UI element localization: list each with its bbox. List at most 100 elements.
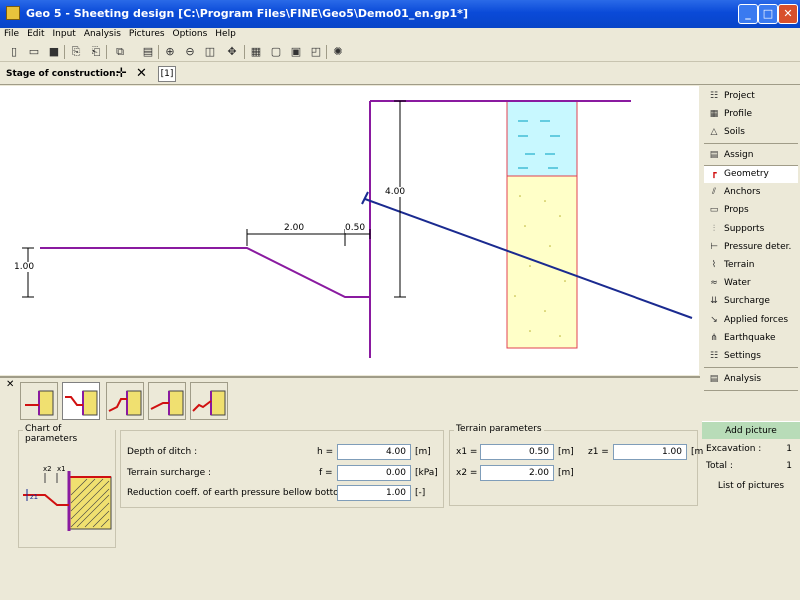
grid-icon[interactable]: ▦ bbox=[248, 44, 264, 60]
sidebar-item-terrain[interactable]: ⌇ Terrain bbox=[704, 257, 798, 274]
depth-input[interactable]: 4.00 bbox=[337, 444, 411, 460]
title-bar: Geo 5 - Sheeting design [C:\Program File… bbox=[0, 0, 800, 28]
sidebar-item-surcharge[interactable]: ⇊ Surcharge bbox=[704, 293, 798, 310]
shape-button-3[interactable] bbox=[106, 382, 144, 420]
x1-input[interactable]: 0.50 bbox=[480, 444, 554, 460]
zoom-in-icon[interactable]: ⊕ bbox=[162, 44, 178, 60]
menu-bar: File Edit Input Analysis Pictures Options Help bbox=[0, 28, 800, 42]
stage-tab-1[interactable]: [1] bbox=[158, 66, 176, 82]
surcharge-unit: [kPa] bbox=[415, 468, 438, 478]
sidebar-item-anchors[interactable]: ⫽ Anchors bbox=[704, 184, 798, 201]
sidebar-item-applied-forces[interactable]: ↘ Applied forces bbox=[704, 312, 798, 329]
excavation-count-row: Excavation :1 bbox=[706, 444, 792, 454]
open-icon[interactable]: ▭ bbox=[26, 44, 42, 60]
menu-edit[interactable]: Edit bbox=[23, 28, 48, 41]
reduction-unit: [-] bbox=[415, 488, 426, 498]
zoom-out-icon[interactable]: ⊖ bbox=[182, 44, 198, 60]
sidebar-item-project[interactable]: ☷ Project bbox=[704, 88, 798, 105]
shape-button-1[interactable] bbox=[20, 382, 58, 420]
reduction-label: Reduction coeff. of earth pressure bello… bbox=[127, 488, 354, 498]
profile-icon: ▦ bbox=[709, 109, 719, 119]
menu-options[interactable]: Options bbox=[169, 28, 212, 41]
input-panel: ✕ Chart of parameters x2 x1 z1 Depth of … bbox=[0, 376, 704, 600]
list-of-pictures-button[interactable]: List of pictures bbox=[702, 477, 800, 495]
zoom-window-icon[interactable]: ◫ bbox=[202, 44, 218, 60]
sidebar-item-supports[interactable]: ⫶ Supports bbox=[704, 221, 798, 238]
minimize-button[interactable]: _ bbox=[738, 4, 758, 24]
depth-symbol: h = bbox=[317, 447, 334, 457]
sidebar-item-profile[interactable]: ▦ Profile bbox=[704, 106, 798, 123]
project-icon: ☷ bbox=[709, 91, 719, 101]
sidebar-item-geometry[interactable]: ┏ Geometry bbox=[704, 166, 798, 183]
sidebar-item-analysis[interactable]: ▤ Analysis bbox=[704, 371, 798, 388]
x2-unit: [m] bbox=[558, 468, 574, 478]
shape-button-5[interactable] bbox=[190, 382, 228, 420]
close-button[interactable]: ✕ bbox=[778, 4, 798, 24]
fit-icon[interactable]: ▢ bbox=[268, 44, 284, 60]
x1-symbol: x1 = bbox=[456, 447, 478, 457]
settings-icon: ☷ bbox=[709, 351, 719, 361]
add-stage-icon[interactable]: ✛ bbox=[116, 66, 127, 82]
sidebar-item-props[interactable]: ▭ Props bbox=[704, 202, 798, 219]
sidebar-item-assign[interactable]: ▤ Assign bbox=[704, 147, 798, 164]
dim-x2-label: 2.00 bbox=[284, 223, 305, 233]
drawing-canvas[interactable]: 4.00 1.00 2.00 0.50 bbox=[0, 86, 699, 375]
zoom-all-icon[interactable]: ◰ bbox=[308, 44, 324, 60]
shape-button-4[interactable] bbox=[148, 382, 186, 420]
menu-file[interactable]: File bbox=[0, 28, 23, 41]
assign-icon: ▤ bbox=[709, 150, 719, 160]
new-icon[interactable]: ▯ bbox=[6, 44, 22, 60]
copy-data-icon[interactable]: ⎘ bbox=[68, 44, 84, 60]
soils-icon: △ bbox=[710, 127, 718, 137]
chart-x2-label: x2 bbox=[43, 465, 52, 473]
water-icon: ≈ bbox=[710, 278, 718, 288]
total-count-row: Total :1 bbox=[706, 461, 792, 471]
sidebar: ☷ Project ▦ Profile △ Soils ▤ Assign ┏ Geomet… bbox=[702, 86, 800, 600]
anchors-icon: ⫽ bbox=[711, 187, 716, 197]
menu-pictures[interactable]: Pictures bbox=[125, 28, 169, 41]
earthquake-icon: ⋔ bbox=[710, 333, 718, 343]
save-icon[interactable]: ■ bbox=[46, 44, 62, 60]
window-title: Geo 5 - Sheeting design [C:\Program File… bbox=[26, 7, 468, 20]
copy-view-icon[interactable]: ⧉ bbox=[112, 44, 128, 60]
menu-input[interactable]: Input bbox=[49, 28, 80, 41]
sidebar-item-pressure[interactable]: ⊢ Pressure deter. bbox=[704, 239, 798, 256]
chart-of-parameters-group: Chart of parameters x2 x1 z1 bbox=[18, 424, 116, 548]
x1-unit: [m] bbox=[558, 447, 574, 457]
stage-bar: Stage of construction: ✛ ✕ [1] bbox=[0, 63, 800, 85]
z1-unit: [m bbox=[691, 447, 704, 457]
depth-unit: [m] bbox=[415, 447, 431, 457]
forces-icon: ↘ bbox=[710, 315, 718, 325]
settings-toolbar-icon[interactable]: ✺ bbox=[330, 44, 346, 60]
fullscreen-icon[interactable]: ▣ bbox=[288, 44, 304, 60]
print-icon[interactable]: ▤ bbox=[140, 44, 156, 60]
terrain-caption: Terrain parameters bbox=[454, 424, 544, 434]
close-panel-icon[interactable]: ✕ bbox=[6, 380, 14, 390]
paste-data-icon[interactable]: ⎗ bbox=[88, 44, 104, 60]
menu-analysis[interactable]: Analysis bbox=[80, 28, 125, 41]
add-picture-button[interactable]: Add picture bbox=[702, 421, 800, 439]
terrain-icon: ⌇ bbox=[711, 260, 717, 270]
dim-x1-label: 0.50 bbox=[345, 223, 366, 233]
surcharge-icon: ⇊ bbox=[710, 296, 718, 306]
sidebar-item-settings[interactable]: ☷ Settings bbox=[704, 348, 798, 365]
x2-symbol: x2 = bbox=[456, 468, 478, 478]
reduction-input[interactable]: 1.00 bbox=[337, 485, 411, 501]
menu-help[interactable]: Help bbox=[211, 28, 240, 41]
dimension-lines bbox=[22, 100, 406, 298]
maximize-button[interactable]: □ bbox=[758, 4, 778, 24]
ditch-parameters-group: Depth of ditch : h = 4.00 [m] Terrain su… bbox=[120, 430, 444, 508]
x2-input[interactable]: 2.00 bbox=[480, 465, 554, 481]
dim-depth-label: 1.00 bbox=[14, 262, 35, 272]
sidebar-item-soils[interactable]: △ Soils bbox=[704, 124, 798, 141]
delete-stage-icon[interactable]: ✕ bbox=[136, 66, 147, 82]
shape-button-2[interactable] bbox=[62, 382, 100, 420]
move-icon[interactable]: ✥ bbox=[224, 44, 240, 60]
pressure-icon: ⊢ bbox=[710, 242, 718, 252]
sidebar-item-earthquake[interactable]: ⋔ Earthquake bbox=[704, 330, 798, 347]
z1-input[interactable]: 1.00 bbox=[613, 444, 687, 460]
sidebar-item-water[interactable]: ≈ Water bbox=[704, 275, 798, 292]
surcharge-label: Terrain surcharge : bbox=[127, 468, 212, 478]
water-table-marker bbox=[361, 191, 369, 205]
surcharge-input[interactable]: 0.00 bbox=[337, 465, 411, 481]
